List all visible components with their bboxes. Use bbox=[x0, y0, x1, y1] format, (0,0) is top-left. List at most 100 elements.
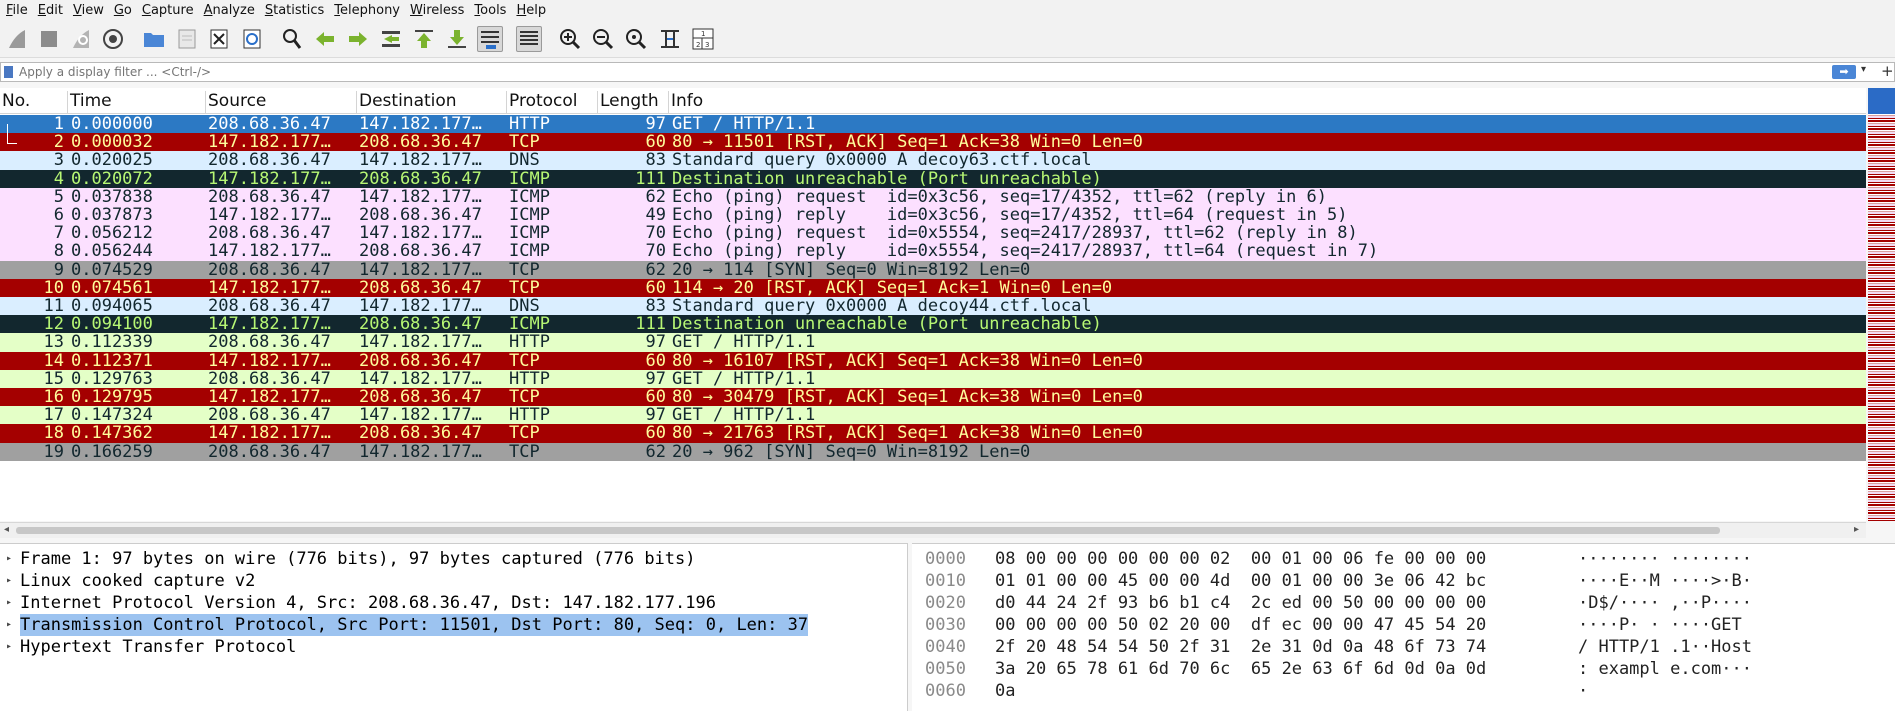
layout-icon[interactable]: 231 bbox=[690, 26, 716, 52]
bytes-ascii[interactable]: / HTTP/1 .1··Host bbox=[1578, 636, 1752, 658]
packet-bytes-pane[interactable]: 0000 08 00 00 00 00 00 00 02 00 01 00 06 … bbox=[912, 543, 1895, 711]
detail-tree-item[interactable]: ▸ Internet Protocol Version 4, Src: 208.6… bbox=[0, 592, 908, 614]
bytes-ascii[interactable]: ········ ········ bbox=[1578, 548, 1752, 570]
expand-arrow-icon[interactable]: ▸ bbox=[6, 548, 12, 570]
bytes-ascii[interactable]: : exampl e.com··· bbox=[1578, 658, 1752, 680]
bytes-hex[interactable]: 00 00 00 00 50 02 20 00 df ec 00 00 47 4… bbox=[995, 614, 1486, 636]
packet-row[interactable]: 19 0.166259 208.68.36.47 147.182.177… TCP 62 2… bbox=[0, 442, 1866, 461]
packet-row[interactable]: 15 0.129763 208.68.36.47 147.182.177… HTTP 97… bbox=[0, 369, 1866, 388]
expand-arrow-icon[interactable]: ▸ bbox=[6, 570, 12, 592]
bytes-ascii[interactable]: ····P· · ····GET bbox=[1578, 614, 1752, 636]
bytes-hex[interactable]: 08 00 00 00 00 00 00 02 00 01 00 06 fe 0… bbox=[995, 548, 1486, 570]
find-packet-icon[interactable] bbox=[279, 26, 305, 52]
packet-row[interactable]: 14 0.112371 147.182.177… 208.68.36.47 TCP 60 8… bbox=[0, 351, 1866, 370]
hscroll-thumb[interactable] bbox=[16, 527, 1720, 534]
packet-row[interactable]: 12 0.094100 147.182.177… 208.68.36.47 ICMP 11… bbox=[0, 315, 1866, 333]
reload-file-icon[interactable] bbox=[239, 26, 265, 52]
bytes-offset[interactable]: 0010 bbox=[925, 570, 966, 592]
bytes-ascii[interactable]: ····E··M ····>·B· bbox=[1578, 570, 1752, 592]
save-file-icon[interactable] bbox=[174, 26, 200, 52]
menu-capture[interactable]: Capture bbox=[142, 3, 194, 18]
menu-wireless[interactable]: Wireless bbox=[410, 3, 464, 18]
packet-row[interactable]: 16 0.129795 147.182.177… 208.68.36.47 TCP 60 8… bbox=[0, 388, 1866, 406]
menu-edit[interactable]: Edit bbox=[38, 3, 63, 18]
scroll-left-icon[interactable]: ◂ bbox=[4, 524, 9, 535]
colorize-icon[interactable] bbox=[516, 26, 542, 52]
menu-file[interactable]: File bbox=[6, 3, 28, 18]
bytes-hex[interactable]: d0 44 24 2f 93 b6 b1 c4 2c ed 00 50 00 0… bbox=[995, 592, 1486, 614]
bytes-hex[interactable]: 2f 20 48 54 54 50 2f 31 2e 31 0d 0a 48 6… bbox=[995, 636, 1486, 658]
bookmark-icon[interactable] bbox=[4, 66, 13, 78]
expand-arrow-icon[interactable]: ▸ bbox=[6, 614, 12, 636]
bytes-offset[interactable]: 0060 bbox=[925, 680, 966, 702]
packet-row[interactable]: 13 0.112339 208.68.36.47 147.182.177… HTTP 97… bbox=[0, 333, 1866, 352]
bytes-ascii[interactable]: ·D$/···· ,··P···· bbox=[1578, 592, 1752, 614]
expand-arrow-icon[interactable]: ▸ bbox=[6, 592, 12, 614]
packet-row[interactable]: 2 0.000032 147.182.177… 208.68.36.47 TCP 60 80… bbox=[0, 133, 1866, 151]
menu-go[interactable]: Go bbox=[114, 3, 132, 18]
column-header-protocol[interactable]: Protocol bbox=[507, 91, 598, 113]
menu-tools[interactable]: Tools bbox=[474, 3, 506, 18]
go-to-packet-icon[interactable] bbox=[378, 26, 404, 52]
zoom-out-icon[interactable] bbox=[590, 26, 616, 52]
packet-list[interactable]: No. Time Source Destination Protocol Len… bbox=[0, 88, 1866, 521]
menu-view[interactable]: View bbox=[73, 3, 104, 18]
packet-row[interactable]: 9 0.074529 208.68.36.47 147.182.177… TCP 62 20… bbox=[0, 260, 1866, 279]
shark-fin-start-icon[interactable] bbox=[4, 26, 30, 52]
menu-telephony[interactable]: Telephony bbox=[334, 3, 400, 18]
column-header-length[interactable]: Length bbox=[598, 91, 669, 113]
close-file-icon[interactable] bbox=[206, 26, 232, 52]
detail-tree-item[interactable]: ▸ Hypertext Transfer Protocol bbox=[0, 636, 908, 658]
packet-row[interactable]: 11 0.094065 208.68.36.47 147.182.177… DNS 83 S… bbox=[0, 297, 1866, 315]
scroll-right-icon[interactable]: ▸ bbox=[1854, 524, 1859, 535]
go-forward-icon[interactable] bbox=[345, 26, 371, 52]
bytes-hex[interactable]: 3a 20 65 78 61 6d 70 6c 65 2e 63 6f 6d 0… bbox=[995, 658, 1486, 680]
add-filter-button-icon[interactable]: + bbox=[1881, 62, 1894, 80]
packet-row[interactable]: 18 0.147362 147.182.177… 208.68.36.47 TCP 60 8… bbox=[0, 424, 1866, 443]
restart-capture-icon[interactable] bbox=[68, 26, 94, 52]
zoom-in-icon[interactable] bbox=[557, 26, 583, 52]
resize-columns-icon[interactable] bbox=[657, 26, 683, 52]
menu-analyze[interactable]: Analyze bbox=[204, 3, 255, 18]
apply-filter-icon[interactable]: ➡ bbox=[1832, 65, 1856, 79]
column-header-info[interactable]: Info bbox=[669, 91, 1866, 113]
column-header-source[interactable]: Source bbox=[206, 91, 357, 113]
stop-capture-icon[interactable] bbox=[36, 26, 62, 52]
zoom-normal-icon[interactable] bbox=[623, 26, 649, 52]
bytes-ascii[interactable]: · bbox=[1578, 680, 1588, 702]
packet-row[interactable]: 5 0.037838 208.68.36.47 147.182.177… ICMP 62 E… bbox=[0, 187, 1866, 206]
bytes-offset[interactable]: 0050 bbox=[925, 658, 966, 680]
packet-row[interactable]: 3 0.020025 208.68.36.47 147.182.177… DNS 83 St… bbox=[0, 151, 1866, 170]
packet-row[interactable]: 8 0.056244 147.182.177… 208.68.36.47 ICMP 70 E… bbox=[0, 242, 1866, 261]
packet-details-pane[interactable]: ▸ Frame 1: 97 bytes on wire (776 bits), 9… bbox=[0, 543, 908, 711]
packet-row[interactable]: 17 0.147324 208.68.36.47 147.182.177… HTTP 97… bbox=[0, 406, 1866, 424]
menu-help[interactable]: Help bbox=[516, 3, 546, 18]
capture-options-icon[interactable] bbox=[100, 26, 126, 52]
bytes-offset[interactable]: 0030 bbox=[925, 614, 966, 636]
first-packet-icon[interactable] bbox=[411, 26, 437, 52]
packet-row[interactable]: 4 0.020072 147.182.177… 208.68.36.47 ICMP 111… bbox=[0, 169, 1866, 188]
bytes-offset[interactable]: 0020 bbox=[925, 592, 966, 614]
filter-history-dropdown-icon[interactable]: ▾ bbox=[1861, 64, 1866, 75]
expand-arrow-icon[interactable]: ▸ bbox=[6, 636, 12, 658]
detail-tree-item[interactable]: ▸ Frame 1: 97 bytes on wire (776 bits), 9… bbox=[0, 548, 908, 570]
packet-row[interactable]: 1 0.000000 208.68.36.47 147.182.177… HTTP 97 G… bbox=[0, 115, 1866, 133]
bytes-hex[interactable]: 01 01 00 00 45 00 00 4d 00 01 00 00 3e 0… bbox=[995, 570, 1486, 592]
bytes-hex[interactable]: 0a bbox=[995, 680, 1015, 702]
column-header-destination[interactable]: Destination bbox=[357, 91, 507, 113]
column-header-time[interactable]: Time bbox=[68, 91, 206, 113]
bytes-offset[interactable]: 0040 bbox=[925, 636, 966, 658]
packet-list-hscrollbar[interactable]: ◂ ▸ bbox=[0, 522, 1866, 538]
packet-row[interactable]: 10 0.074561 147.182.177… 208.68.36.47 TCP 60 1… bbox=[0, 278, 1866, 297]
detail-tree-item[interactable]: ▸ Transmission Control Protocol, Src Port… bbox=[0, 614, 908, 636]
bytes-offset[interactable]: 0000 bbox=[925, 548, 966, 570]
packet-row[interactable]: 6 0.037873 147.182.177… 208.68.36.47 ICMP 49 E… bbox=[0, 206, 1866, 224]
packet-minimap[interactable] bbox=[1868, 88, 1895, 521]
packet-row[interactable]: 7 0.056212 208.68.36.47 147.182.177… ICMP 70 E… bbox=[0, 224, 1866, 242]
column-header-no[interactable]: No. bbox=[0, 91, 68, 113]
autoscroll-icon[interactable] bbox=[477, 26, 503, 52]
go-back-icon[interactable] bbox=[312, 26, 338, 52]
open-file-icon[interactable] bbox=[141, 26, 167, 52]
menu-statistics[interactable]: Statistics bbox=[265, 3, 324, 18]
detail-tree-item[interactable]: ▸ Linux cooked capture v2 bbox=[0, 570, 908, 592]
